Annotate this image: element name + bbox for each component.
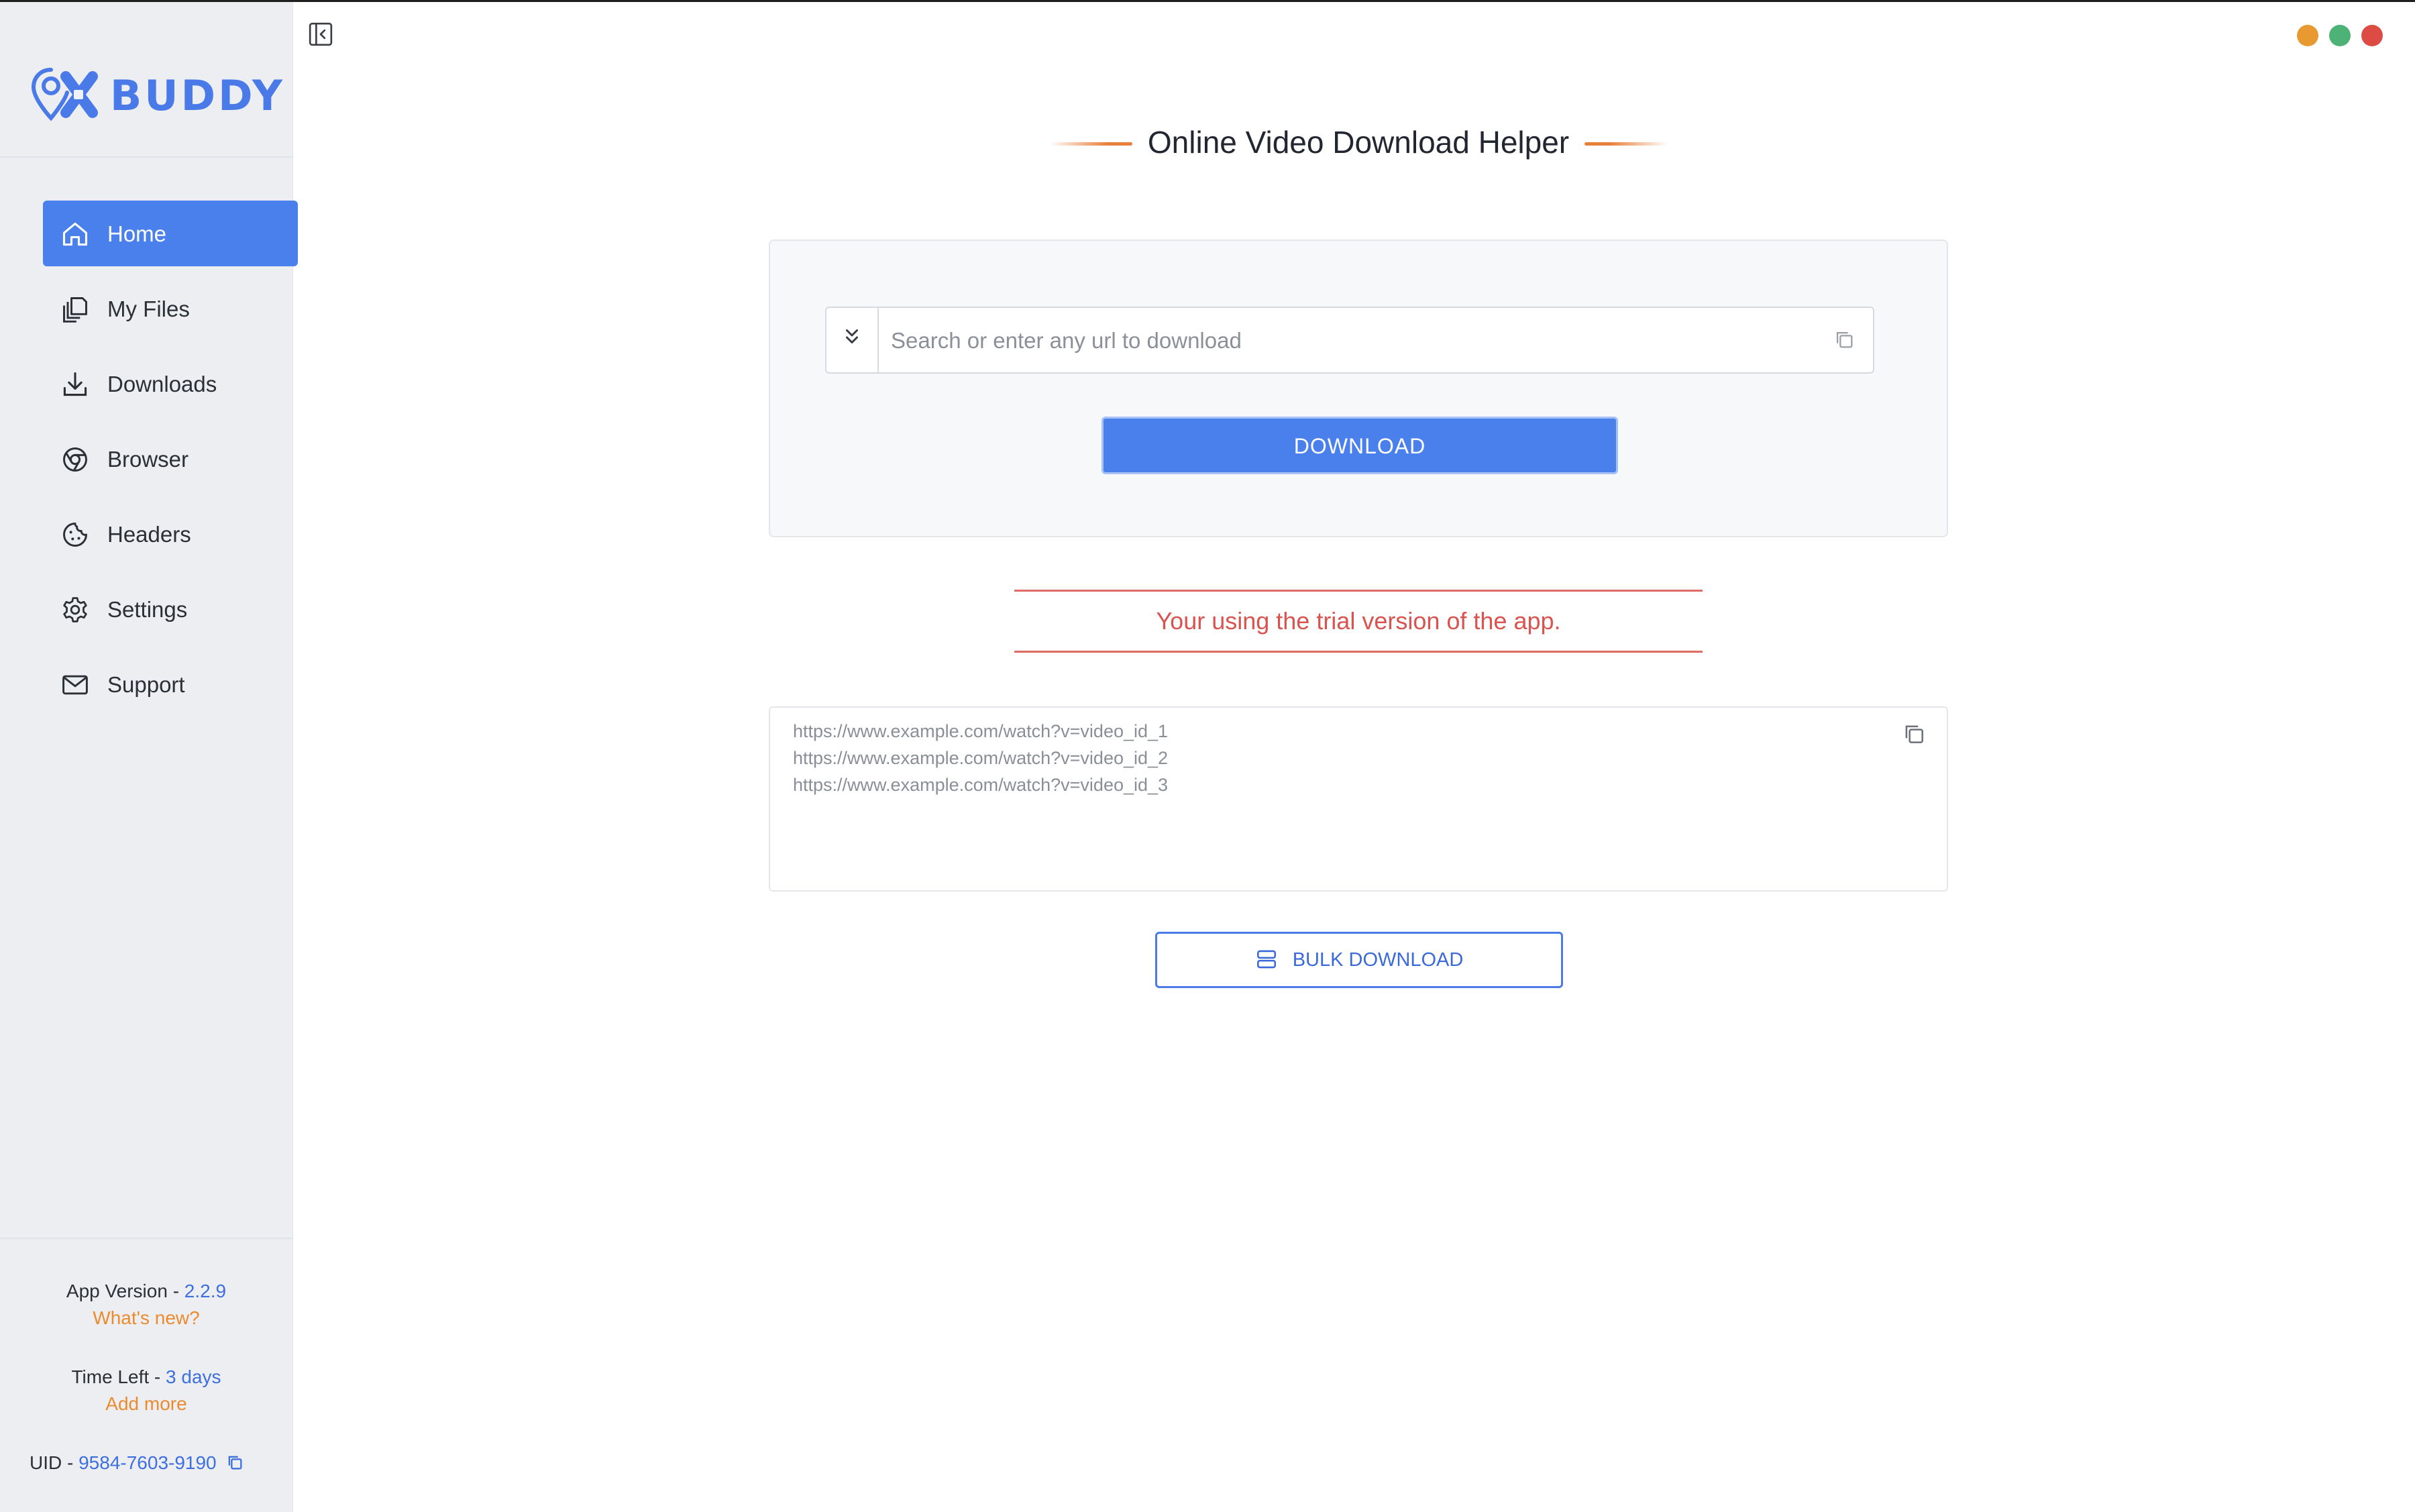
download-button[interactable]: DOWNLOAD — [1102, 417, 1618, 474]
double-chevron-down-icon — [846, 329, 858, 343]
whats-new-link[interactable]: What's new? — [0, 1307, 292, 1329]
app-version-label: App Version - — [66, 1281, 184, 1301]
home-icon — [62, 222, 88, 246]
collapse-sidebar-icon[interactable] — [307, 21, 334, 48]
sidebar-item-label: Browser — [107, 447, 189, 472]
sidebar-item-home[interactable]: Home — [43, 201, 298, 266]
add-more-link[interactable]: Add more — [0, 1393, 292, 1415]
bulk-url-line: https://www.example.com/watch?v=video_id… — [793, 748, 1169, 768]
mail-icon — [62, 675, 88, 695]
copy-icon[interactable] — [1901, 721, 1927, 747]
logo-area: BUDDY — [0, 2, 292, 158]
sidebar-item-label: Downloads — [107, 372, 217, 396]
trial-banner: Your using the trial version of the app. — [1014, 590, 1703, 653]
page-header: Online Video Download Helper — [1046, 120, 1670, 167]
bulk-download-button[interactable]: BULK DOWNLOAD — [1155, 932, 1563, 988]
uid-value: 9584-7603-9190 — [78, 1452, 217, 1473]
sidebar-item-headers[interactable]: Headers — [43, 501, 298, 567]
logo-text: BUDDY — [110, 71, 285, 120]
sidebar-item-support[interactable]: Support — [43, 651, 298, 717]
sidebar-footer: App Version - 2.2.9 What's new? Time Lef… — [0, 1238, 292, 1512]
bulk-url-textarea[interactable]: https://www.example.com/watch?v=video_id… — [769, 706, 1948, 892]
sidebar-item-label: Headers — [107, 522, 191, 547]
minimize-window-button[interactable] — [2297, 25, 2318, 46]
uid: UID - 9584-7603-9190 — [30, 1452, 244, 1474]
time-left-label: Time Left - — [71, 1366, 166, 1387]
sidebar-nav: Home My Files Downloads Browser Headers … — [43, 201, 298, 726]
app-logo[interactable]: BUDDY — [31, 66, 282, 126]
logo-mark-icon — [31, 68, 98, 121]
sidebar-item-label: My Files — [107, 296, 190, 321]
sidebar-item-settings[interactable]: Settings — [43, 576, 298, 642]
copy-uid-icon[interactable] — [225, 1453, 244, 1472]
bulk-url-line: https://www.example.com/watch?v=video_id… — [793, 721, 1169, 741]
browser-icon — [63, 447, 87, 472]
time-left-value: 3 days — [166, 1366, 221, 1387]
files-icon — [63, 297, 87, 323]
url-search-input[interactable] — [890, 323, 1805, 359]
sidebar-item-downloads[interactable]: Downloads — [43, 351, 298, 417]
heading-decoration-right — [1585, 142, 1668, 146]
time-left: Time Left - 3 days — [0, 1366, 292, 1388]
page-title: Online Video Download Helper — [1147, 125, 1570, 160]
paste-icon[interactable] — [1833, 328, 1856, 351]
server-stack-icon — [1256, 950, 1276, 969]
search-options-toggle[interactable] — [826, 308, 879, 372]
search-box — [825, 307, 1874, 374]
app-version-value: 2.2.9 — [184, 1281, 227, 1301]
sidebar-item-label: Home — [107, 221, 167, 246]
bulk-download-label: BULK DOWNLOAD — [1292, 949, 1464, 971]
download-icon — [63, 372, 87, 396]
sidebar-item-label: Support — [107, 672, 185, 697]
cookie-icon — [63, 523, 87, 547]
sidebar: BUDDY Home My Files Downloads Browser He… — [0, 2, 298, 1512]
maximize-window-button[interactable] — [2329, 25, 2351, 46]
app-version: App Version - 2.2.9 — [0, 1281, 292, 1302]
bulk-download-content: BULK DOWNLOAD — [1157, 934, 1561, 986]
sidebar-item-my-files[interactable]: My Files — [43, 276, 298, 341]
close-window-button[interactable] — [2361, 25, 2383, 46]
app-window: BUDDY Home My Files Downloads Browser He… — [0, 0, 2415, 1512]
sidebar-item-label: Settings — [107, 597, 188, 622]
download-card: DOWNLOAD — [769, 239, 1948, 537]
gear-icon — [63, 597, 87, 623]
sidebar-item-browser[interactable]: Browser — [43, 426, 298, 492]
bulk-url-line: https://www.example.com/watch?v=video_id… — [793, 775, 1169, 795]
uid-label: UID - — [30, 1452, 79, 1473]
